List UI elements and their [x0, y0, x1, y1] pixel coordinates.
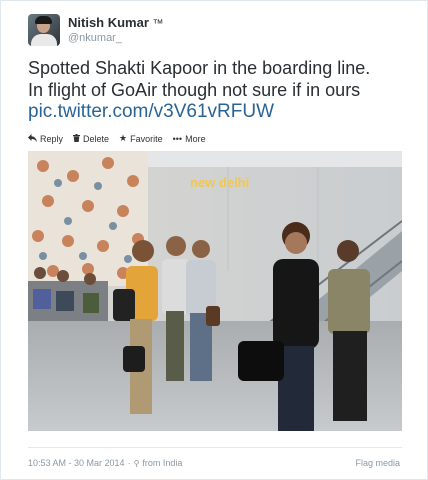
- tweet-media-link[interactable]: pic.twitter.com/v3V61vRFUW: [28, 101, 274, 122]
- more-button[interactable]: ••• More: [173, 133, 206, 144]
- trademark-symbol: ™: [152, 18, 164, 30]
- more-label: More: [185, 133, 206, 144]
- tweet-text-line-2: In flight of GoAir though not sure if in…: [28, 79, 361, 100]
- tweet-timestamp[interactable]: 10:53 AM - 30 Mar 2014: [28, 458, 125, 468]
- airport-sign: new delhi: [190, 175, 249, 190]
- delete-label: Delete: [83, 133, 110, 144]
- reply-button[interactable]: Reply: [28, 133, 63, 144]
- favorite-button[interactable]: ★ Favorite: [119, 133, 163, 144]
- reply-label: Reply: [40, 133, 64, 144]
- tweet-photo[interactable]: new delhi: [28, 151, 402, 431]
- trash-icon: [73, 133, 81, 144]
- tweet-footer: 10:53 AM - 30 Mar 2014 · ⚲ from India: [28, 458, 182, 468]
- reply-icon: [28, 133, 37, 144]
- tweet-card: Nitish Kumar ™ @nkumar_ Spotted Shakti K…: [0, 0, 428, 480]
- tweet-text: Spotted Shakti Kapoor in the boarding li…: [28, 58, 418, 123]
- tweet-text-line-1: Spotted Shakti Kapoor in the boarding li…: [28, 58, 371, 78]
- tweet-actions: Reply Delete ★ Favorite ••• More: [28, 133, 206, 144]
- location-pin-icon: ⚲: [133, 458, 140, 468]
- favorite-label: Favorite: [130, 133, 163, 144]
- more-icon: •••: [172, 133, 183, 144]
- user-name[interactable]: Nitish Kumar ™: [68, 15, 164, 30]
- airport-scene: new delhi: [28, 151, 402, 431]
- tweet-location[interactable]: from India: [142, 458, 182, 468]
- avatar-body: [31, 34, 57, 46]
- flag-media-link[interactable]: Flag media: [355, 458, 400, 468]
- avatar-hair: [35, 16, 52, 24]
- user-name-text: Nitish Kumar: [68, 15, 149, 30]
- delete-button[interactable]: Delete: [73, 133, 109, 144]
- footer-divider: [28, 447, 402, 448]
- user-handle[interactable]: @nkumar_: [68, 32, 122, 44]
- footer-separator: ·: [127, 458, 131, 468]
- star-icon: ★: [119, 133, 128, 143]
- user-avatar[interactable]: [28, 14, 60, 46]
